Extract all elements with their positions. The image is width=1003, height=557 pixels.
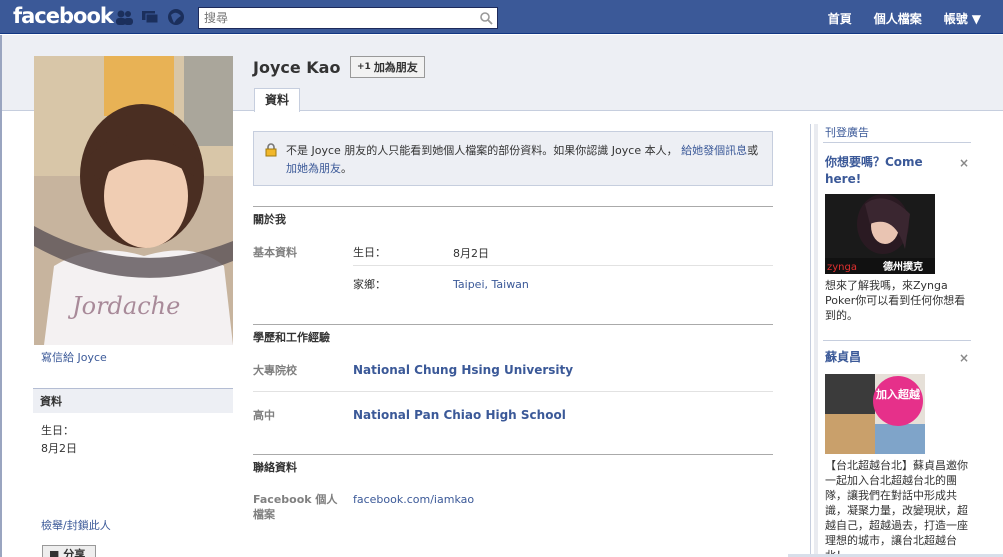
about-section: 關於我 (253, 206, 773, 231)
add-friend-button[interactable]: +1 加為朋友 (350, 56, 425, 78)
facebook-logo[interactable]: facebook (13, 4, 114, 28)
search-input[interactable] (199, 8, 469, 28)
hometown-label: 家鄉： (353, 278, 386, 291)
notice-text: 不是 Joyce 朋友的人只能看到她個人檔案的部份資料。如果你認識 Joyce … (286, 144, 678, 157)
left-birthday-label: 生日： (41, 424, 74, 437)
ad1-brand: zynga (827, 262, 857, 273)
ad1-image[interactable]: zynga 德州撲克 (825, 194, 935, 274)
notice-or: 或 (747, 144, 759, 157)
nav-profile[interactable]: 個人檔案 (874, 10, 922, 27)
left-info-body: 生日： 8月2日 (33, 413, 233, 467)
right-divider-shade (814, 124, 818, 557)
friend-requests-icon[interactable] (114, 8, 134, 26)
tab-info[interactable]: 資料 (254, 88, 301, 112)
divider (253, 391, 773, 392)
close-icon[interactable]: × (959, 351, 969, 365)
right-divider (810, 124, 811, 557)
report-block-link[interactable]: 檢舉/封鎖此人 (41, 517, 111, 533)
divider (823, 142, 971, 143)
ad2-title[interactable]: 蘇貞昌 (825, 349, 945, 366)
profile-photo-image: Jordache (34, 56, 233, 345)
birthday-label: 生日： (353, 246, 386, 259)
ad-zynga[interactable]: 你想要嗎？Come here! × zynga 德州撲克 想來了解我嗎，來Zyn… (825, 154, 971, 323)
divider (353, 265, 773, 266)
privacy-notice: 不是 Joyce 朋友的人只能看到她個人檔案的部份資料。如果你認識 Joyce … (253, 131, 773, 186)
ad1-image-text: 德州撲克 (882, 260, 923, 273)
top-bar: facebook 首頁 個人檔案 帳號▼ (0, 0, 1003, 34)
ad2-image[interactable]: 加入超越 (825, 374, 925, 454)
create-ad-link[interactable]: 刊登廣告 (825, 124, 869, 140)
about-title: 關於我 (253, 206, 773, 231)
profile-picture[interactable]: Jordache (34, 56, 233, 345)
ad2-image-text: 加入超越 (875, 387, 921, 401)
birthday-value: 8月2日 (453, 247, 489, 260)
caret-down-icon: ▼ (971, 12, 981, 26)
contact-section: 聯絡資料 (253, 454, 773, 479)
svg-text:Jordache: Jordache (67, 292, 180, 320)
facebook-profile-label: Facebook 個人檔案 (253, 493, 338, 521)
share-label: 分享 (63, 548, 86, 557)
divider (823, 340, 971, 341)
facebook-profile-link[interactable]: facebook.com/iamkao (353, 493, 474, 506)
lock-icon (265, 143, 277, 157)
college-label: 大專院校 (253, 364, 297, 377)
nav-account[interactable]: 帳號 ▼ (944, 10, 981, 27)
basic-info-label: 基本資料 (253, 246, 297, 259)
messages-icon[interactable] (140, 8, 160, 26)
send-message-link[interactable]: 寫信給 Joyce (41, 349, 107, 365)
notice-end: 。 (341, 162, 352, 175)
ad1-title[interactable]: 你想要嗎？Come here! (825, 154, 945, 188)
nav-home[interactable]: 首頁 (828, 10, 852, 27)
ad1-description: 想來了解我嗎，來Zynga Poker你可以看到任何你想看到的。 (825, 279, 966, 322)
notifications-icon[interactable] (166, 8, 186, 26)
send-message-notice-link[interactable]: 給她發個訊息 (681, 144, 747, 157)
hometown-link[interactable]: Taipei, Taiwan (453, 278, 529, 291)
search-box[interactable] (198, 7, 498, 29)
ad-su-tseng-chang[interactable]: 蘇貞昌 × 加入超越 【台北超越台北】蘇貞昌邀你一起加入台北超越台北的團隊，讓我… (825, 349, 971, 557)
left-birthday-value: 8月2日 (41, 442, 77, 455)
highschool-label: 高中 (253, 409, 275, 422)
highschool-link[interactable]: National Pan Chiao High School (353, 408, 566, 422)
jewel-bar (114, 8, 186, 26)
add-friend-notice-link[interactable]: 加她為朋友 (286, 162, 341, 175)
education-section: 學歷和工作經驗 (253, 324, 773, 349)
contact-title: 聯絡資料 (253, 454, 773, 479)
page-edge (0, 35, 2, 557)
add-friend-label: 加為朋友 (373, 61, 418, 74)
profile-name: Joyce Kao (253, 58, 341, 77)
add-friend-icon: +1 (357, 62, 371, 72)
college-link[interactable]: National Chung Hsing University (353, 363, 573, 377)
share-button[interactable]: ■ 分享 (42, 545, 96, 557)
nav-account-label: 帳號 (943, 12, 968, 26)
search-icon[interactable] (479, 11, 493, 25)
ad2-description: 【台北超越台北】蘇貞昌邀你一起加入台北超越台北的團隊，讓我們在對話中形成共識，凝… (825, 459, 968, 557)
left-info-title: 資料 (33, 388, 233, 413)
top-nav: 首頁 個人檔案 帳號 ▼ (828, 10, 981, 27)
education-title: 學歷和工作經驗 (253, 324, 773, 349)
left-info-box: 資料 生日： 8月2日 (33, 388, 233, 467)
close-icon[interactable]: × (959, 156, 969, 170)
